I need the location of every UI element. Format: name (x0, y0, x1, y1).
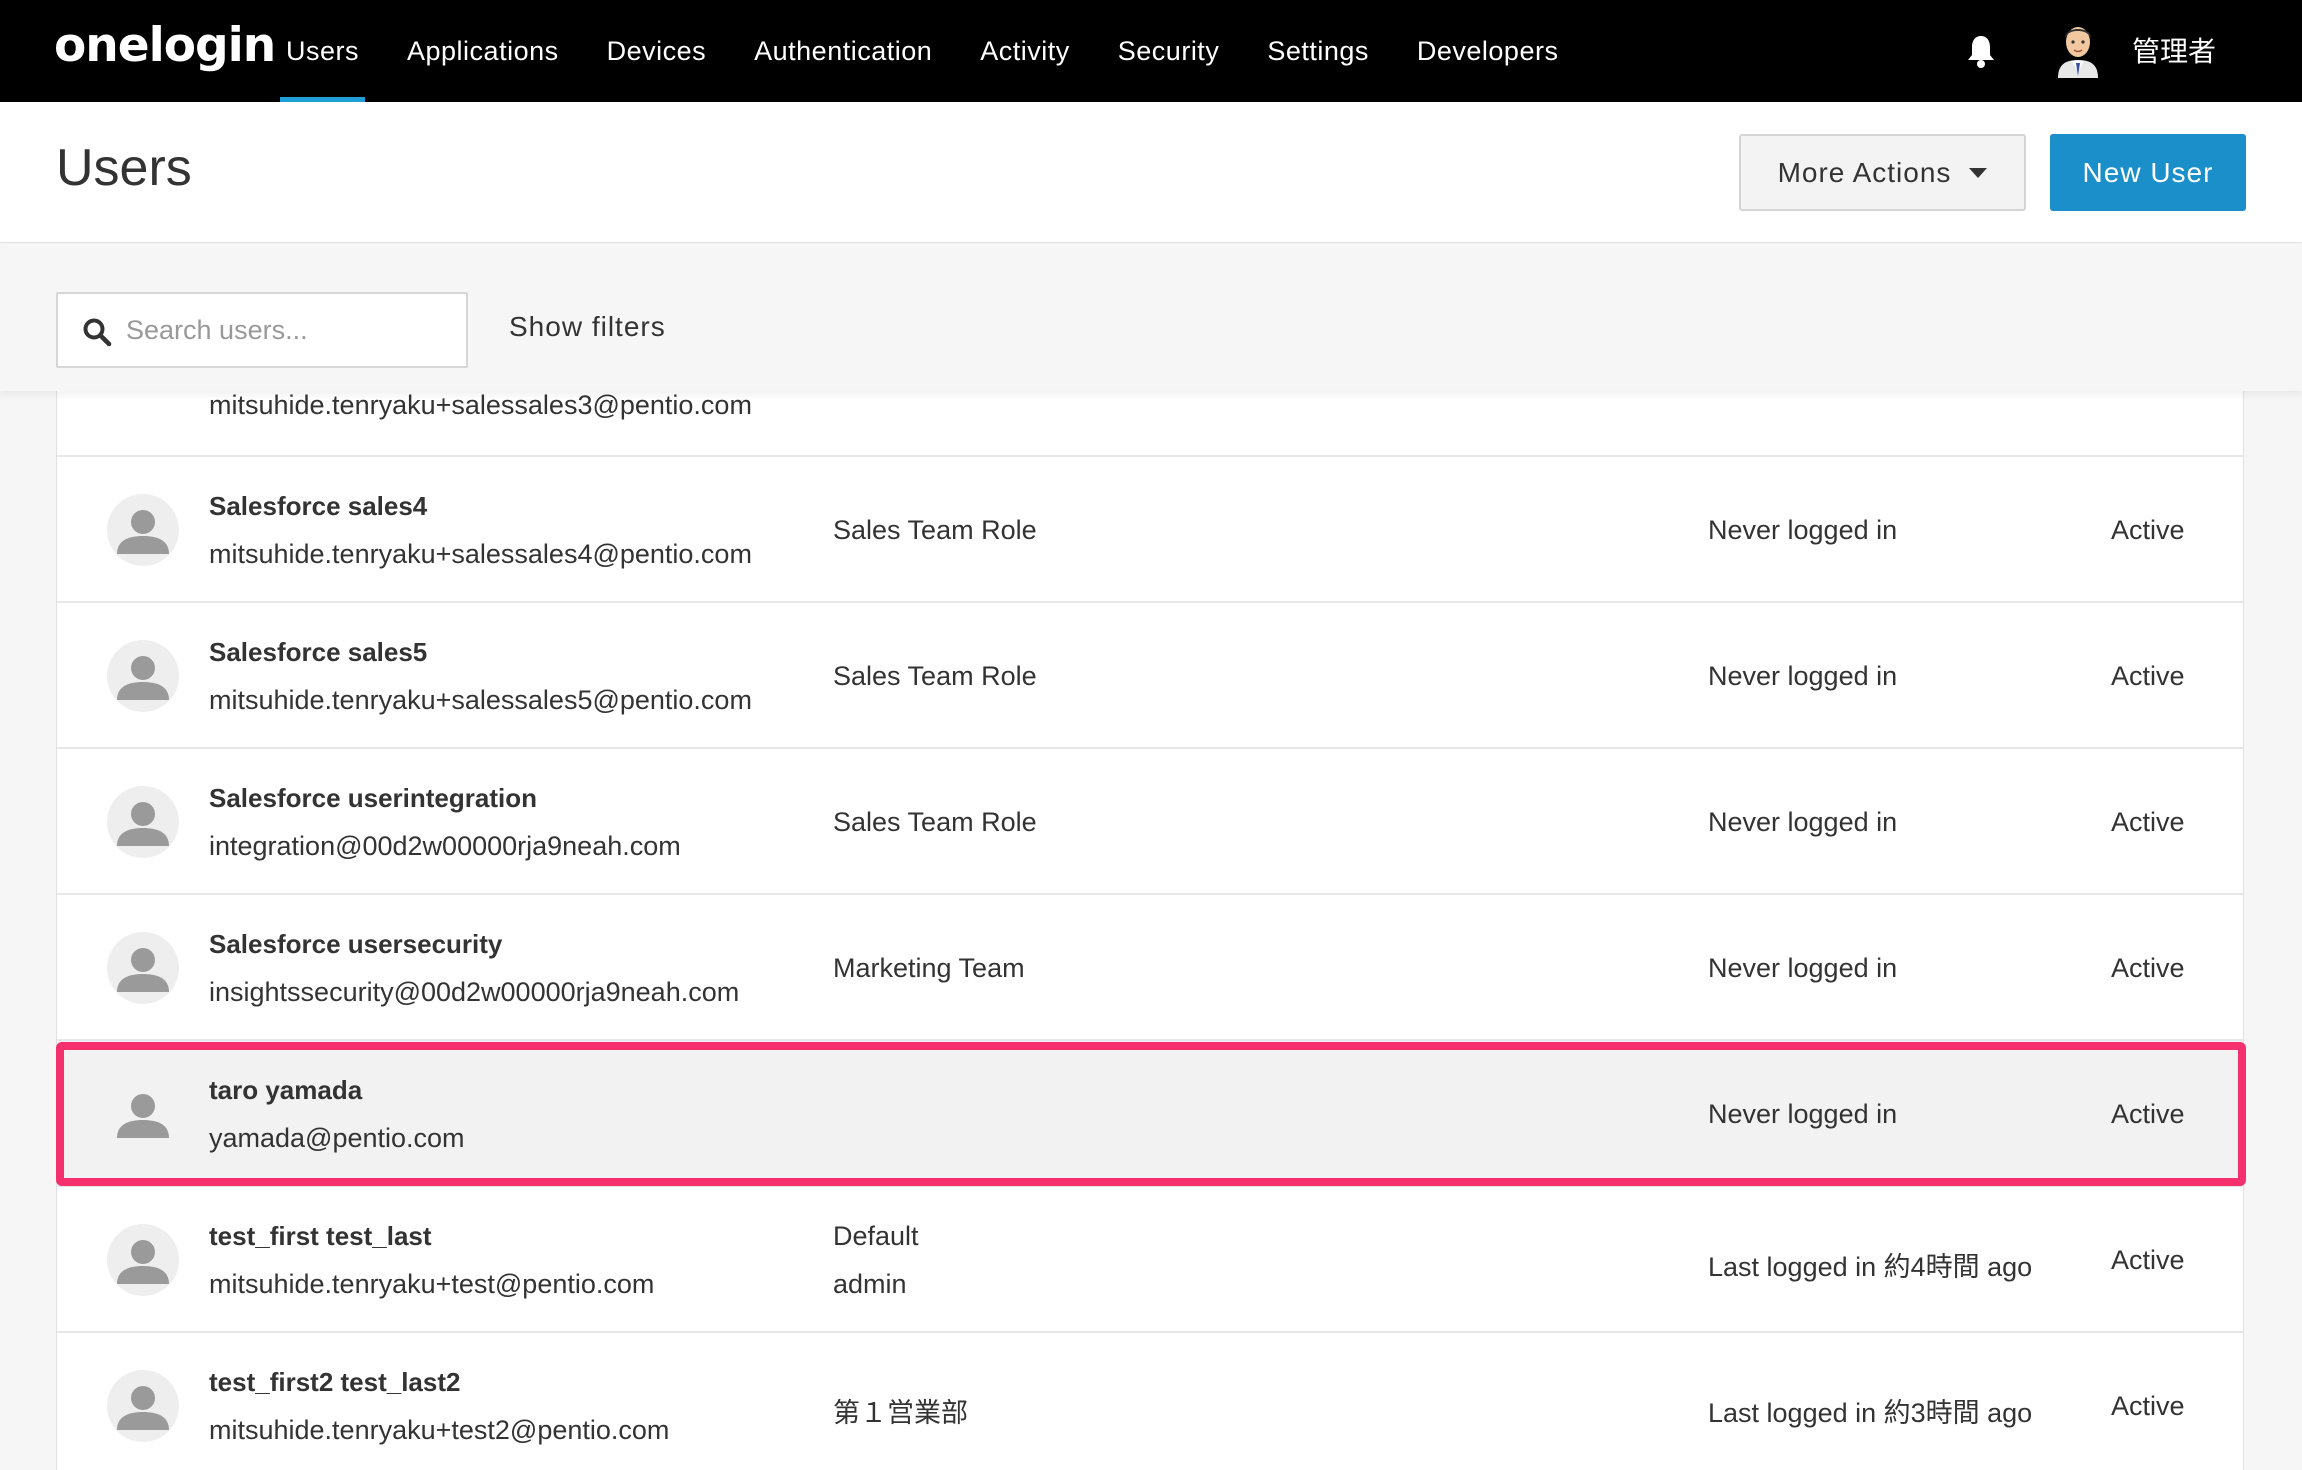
table-row[interactable]: Salesforce sales5 mitsuhide.tenryaku+sal… (57, 603, 2243, 749)
more-actions-label: More Actions (1777, 156, 1952, 188)
user-name[interactable]: Salesforce userintegration (209, 783, 537, 814)
more-actions-button[interactable]: More Actions (1739, 134, 2026, 211)
table-row-selected[interactable]: taro yamada yamada@pentio.com Never logg… (57, 1041, 2243, 1187)
user-email: mitsuhide.tenryaku+test2@pentio.com (209, 1415, 670, 1445)
user-role: Sales Team Role (833, 807, 1037, 837)
user-status: Active (2111, 515, 2185, 545)
onelogin-logo[interactable]: onelogin (54, 18, 276, 73)
user-role: Marketing Team (833, 953, 1025, 983)
table-row[interactable]: Salesforce userintegration integration@0… (57, 749, 2243, 895)
user-status: Active (2111, 807, 2185, 837)
user-avatar-icon (107, 1078, 179, 1150)
nav-item-applications[interactable]: Applications (383, 0, 583, 102)
user-email: insightssecurity@00d2w00000rja9neah.com (209, 977, 740, 1007)
user-email: mitsuhide.tenryaku+test@pentio.com (209, 1269, 655, 1299)
user-avatar-icon (107, 640, 179, 712)
show-filters-link[interactable]: Show filters (509, 311, 666, 343)
user-name[interactable]: test_first2 test_last2 (209, 1367, 460, 1398)
user-avatar-icon (107, 1370, 179, 1442)
user-role: admin (833, 1269, 907, 1299)
user-email: integration@00d2w00000rja9neah.com (209, 831, 681, 861)
user-last-login: Never logged in (1708, 807, 1898, 837)
bell-icon[interactable] (1966, 34, 1996, 68)
user-role: Sales Team Role (833, 515, 1037, 545)
user-role: Default (833, 1221, 919, 1251)
user-last-login: Last logged in 約4時間 ago (1708, 1252, 2033, 1282)
search-icon (83, 318, 112, 347)
table-row[interactable]: test_first test_last mitsuhide.tenryaku+… (57, 1187, 2243, 1333)
search-bar: Show filters (0, 243, 2302, 391)
nav-item-settings[interactable]: Settings (1243, 0, 1393, 102)
user-email: mitsuhide.tenryaku+salessales3@pentio.co… (209, 390, 752, 420)
nav-item-authentication[interactable]: Authentication (730, 0, 956, 102)
user-email: mitsuhide.tenryaku+salessales4@pentio.co… (209, 539, 752, 569)
user-list: mitsuhide.tenryaku+salessales3@pentio.co… (56, 318, 2244, 1470)
search-input[interactable] (126, 294, 456, 366)
user-last-login: Never logged in (1708, 661, 1898, 691)
admin-avatar[interactable] (2054, 20, 2102, 78)
user-avatar-icon (107, 1224, 179, 1296)
user-status: Active (2111, 661, 2185, 691)
user-name[interactable]: test_first test_last (209, 1221, 432, 1252)
caret-down-icon (1969, 167, 1988, 178)
table-row[interactable]: Salesforce usersecurity insightssecurity… (57, 895, 2243, 1041)
user-name[interactable]: Salesforce usersecurity (209, 929, 502, 960)
user-name[interactable]: Salesforce sales5 (209, 637, 427, 668)
user-last-login: Last logged in 約3時間 ago (1708, 1398, 2033, 1428)
nav-menu: Users Applications Devices Authenticatio… (262, 0, 1582, 102)
user-status: Active (2111, 1099, 2185, 1129)
top-nav: onelogin Users Applications Devices Auth… (0, 0, 2302, 102)
nav-item-security[interactable]: Security (1094, 0, 1244, 102)
user-name[interactable]: Salesforce sales4 (209, 491, 427, 522)
user-role: 第１営業部 (833, 1398, 968, 1428)
table-row[interactable]: Salesforce sales4 mitsuhide.tenryaku+sal… (57, 457, 2243, 603)
user-last-login: Never logged in (1708, 515, 1898, 545)
user-status: Active (2111, 953, 2185, 983)
table-row[interactable]: test_first2 test_last2 mitsuhide.tenryak… (57, 1333, 2243, 1470)
new-user-button[interactable]: New User (2050, 134, 2246, 211)
admin-name[interactable]: 管理者 (2132, 30, 2216, 70)
user-last-login: Never logged in (1708, 1099, 1898, 1129)
user-last-login: Never logged in (1708, 953, 1898, 983)
user-email: yamada@pentio.com (209, 1123, 465, 1153)
user-name[interactable]: taro yamada (209, 1075, 362, 1106)
user-avatar-icon (107, 932, 179, 1004)
user-avatar-icon (107, 494, 179, 566)
user-avatar-icon (107, 786, 179, 858)
nav-item-devices[interactable]: Devices (583, 0, 731, 102)
nav-item-activity[interactable]: Activity (956, 0, 1094, 102)
user-email: mitsuhide.tenryaku+salessales5@pentio.co… (209, 685, 752, 715)
page-title: Users (56, 139, 192, 197)
page-header: Users More Actions New User (0, 102, 2302, 243)
nav-item-developers[interactable]: Developers (1393, 0, 1583, 102)
user-status: Active (2111, 1391, 2185, 1421)
user-status: Active (2111, 1245, 2185, 1275)
user-role: Sales Team Role (833, 661, 1037, 691)
nav-item-users[interactable]: Users (262, 0, 383, 102)
search-box[interactable] (56, 292, 468, 368)
